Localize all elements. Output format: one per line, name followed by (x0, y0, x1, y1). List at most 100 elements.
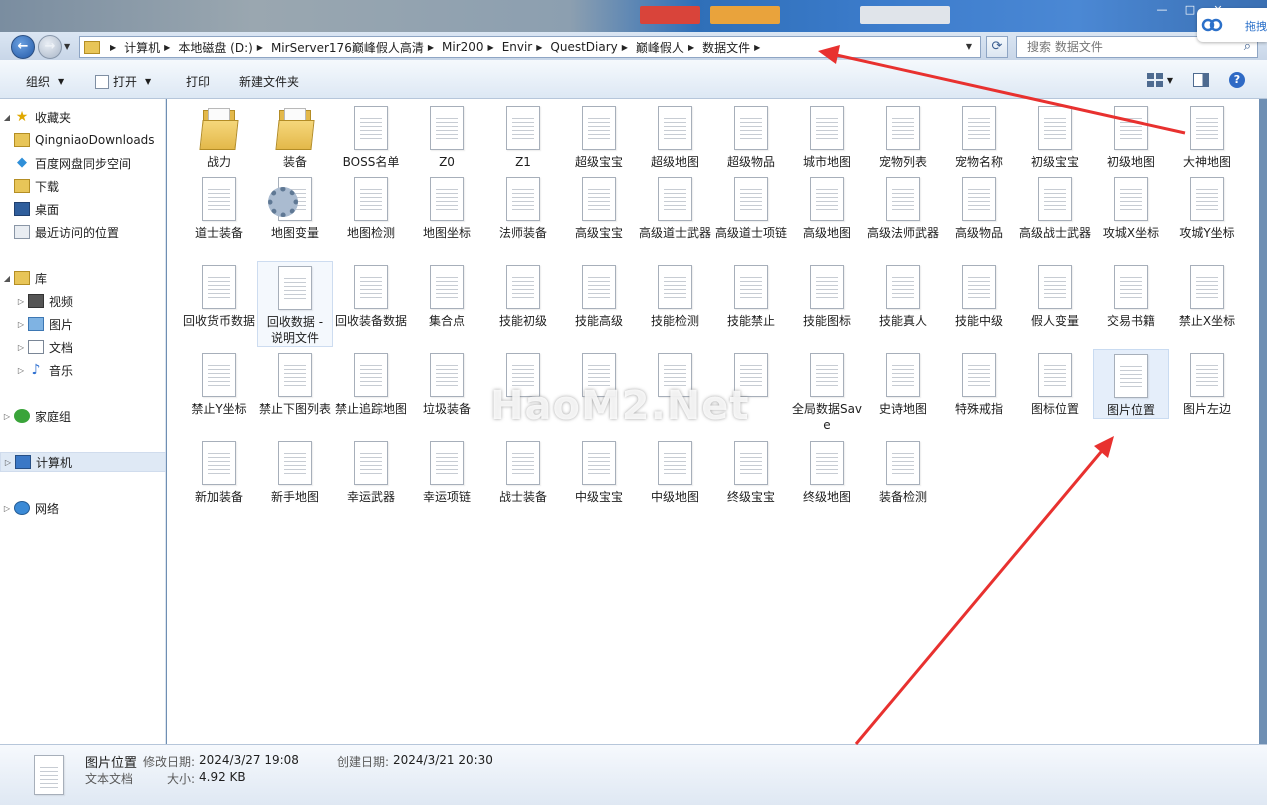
sidebar-item-documents[interactable]: ▷ 文档 (0, 337, 166, 357)
sidebar-libraries[interactable]: ◢ 库 (0, 268, 166, 288)
file-item[interactable]: 图标位置 (1017, 349, 1093, 417)
expand-icon[interactable]: ◢ (0, 274, 14, 283)
file-item[interactable]: 战力 (181, 102, 257, 170)
file-item[interactable]: 回收装备数据 (333, 261, 409, 329)
file-item[interactable]: 攻城X坐标 (1093, 173, 1169, 241)
expand-icon[interactable]: ▷ (0, 412, 14, 421)
open-button[interactable]: 打开 ▼ (95, 73, 151, 90)
file-item[interactable]: 禁止追踪地图 (333, 349, 409, 417)
file-item[interactable]: BOSS名单 (333, 102, 409, 170)
address-dropdown[interactable]: ▼ (966, 42, 972, 51)
file-item[interactable]: 宠物名称 (941, 102, 1017, 170)
sidebar-computer[interactable]: ▷ 计算机 (0, 452, 166, 472)
help-icon[interactable]: ? (1229, 72, 1245, 88)
breadcrumb-mir200[interactable]: Mir200 ▶ (442, 40, 502, 54)
file-item[interactable]: 技能真人 (865, 261, 941, 329)
file-item[interactable]: 战士装备 (485, 437, 561, 505)
file-item[interactable]: 新手地图 (257, 437, 333, 505)
new-folder-button[interactable]: 新建文件夹 (239, 73, 299, 90)
file-item[interactable]: 超级物品 (713, 102, 789, 170)
file-item[interactable]: 集合点 (409, 261, 485, 329)
recent-pages-dropdown[interactable]: ▼ (64, 42, 70, 51)
file-item[interactable]: 大神地图 (1169, 102, 1245, 170)
sidebar-item-videos[interactable]: ▷ 视频 (0, 291, 166, 311)
file-item[interactable]: Z0 (409, 102, 485, 170)
file-item[interactable]: 禁止X坐标 (1169, 261, 1245, 329)
file-item[interactable]: 幸运武器 (333, 437, 409, 505)
file-item[interactable]: 回收货币数据 (181, 261, 257, 329)
file-item[interactable]: 地图检测 (333, 173, 409, 241)
sidebar-item-desktop[interactable]: 桌面 (0, 199, 166, 219)
file-item[interactable]: 装备 (257, 102, 333, 170)
file-item[interactable]: 史诗地图 (865, 349, 941, 417)
refresh-button[interactable]: ⟳ (986, 36, 1008, 58)
sidebar-item-baidu-sync[interactable]: ◆ 百度网盘同步空间 (0, 153, 166, 173)
file-item[interactable]: 禁止下图列表 (257, 349, 333, 417)
file-item[interactable]: 城市地图 (789, 102, 865, 170)
file-item[interactable]: 地图变量 (257, 173, 333, 241)
file-item[interactable]: 高级宝宝 (561, 173, 637, 241)
sidebar-item-music[interactable]: ▷ ♪ 音乐 (0, 360, 166, 380)
file-item[interactable]: 特殊戒指 (941, 349, 1017, 417)
file-item[interactable]: 宠物列表 (865, 102, 941, 170)
view-dropdown-icon[interactable]: ▼ (1167, 76, 1173, 85)
file-item[interactable]: 地图坐标 (409, 173, 485, 241)
baidu-netdisk-widget[interactable]: 拖拽 (1197, 8, 1267, 42)
breadcrumb-envir[interactable]: Envir ▶ (502, 40, 551, 54)
sidebar-item-downloads[interactable]: 下载 (0, 176, 166, 196)
change-view-icon[interactable] (1146, 73, 1163, 87)
breadcrumb-data-files[interactable]: 数据文件 ▶ (702, 39, 768, 56)
file-item[interactable]: 初级地图 (1093, 102, 1169, 170)
organize-button[interactable]: 组织 ▼ (26, 73, 64, 90)
expand-icon[interactable]: ▷ (0, 504, 14, 513)
chevron-right-icon[interactable]: ▶ (110, 43, 116, 52)
file-item[interactable]: 禁止Y坐标 (181, 349, 257, 417)
expand-icon[interactable]: ◢ (0, 113, 14, 122)
sidebar-item-recent[interactable]: 最近访问的位置 (0, 222, 166, 242)
file-item[interactable]: 高级道士项链 (713, 173, 789, 241)
file-item[interactable]: 交易书籍 (1093, 261, 1169, 329)
address-bar[interactable]: ▶ 计算机 ▶ 本地磁盘 (D:) ▶ MirServer176巅峰假人高清 ▶ Mi… (79, 36, 981, 58)
expand-icon[interactable]: ▷ (14, 297, 28, 306)
forward-button[interactable]: → (38, 35, 62, 59)
expand-icon[interactable]: ▷ (14, 320, 28, 329)
breadcrumb-computer[interactable]: 计算机 ▶ (124, 39, 178, 56)
breadcrumb-mirserver[interactable]: MirServer176巅峰假人高清 ▶ (271, 39, 442, 56)
minimize-button[interactable]: — (1153, 4, 1171, 18)
file-item[interactable]: 高级道士武器 (637, 173, 713, 241)
expand-icon[interactable]: ▷ (14, 366, 28, 375)
file-item[interactable]: 技能检测 (637, 261, 713, 329)
file-item[interactable]: 高级地图 (789, 173, 865, 241)
file-item[interactable]: 技能初级 (485, 261, 561, 329)
file-item[interactable]: 回收数据 - 说明文件 (257, 261, 333, 347)
breadcrumb-dianfeng[interactable]: 巅峰假人 ▶ (636, 39, 702, 56)
file-item[interactable]: 终级地图 (789, 437, 865, 505)
file-item[interactable]: 图片位置 (1093, 349, 1169, 419)
file-item[interactable]: 初级宝宝 (1017, 102, 1093, 170)
file-item[interactable]: 幸运项链 (409, 437, 485, 505)
file-item[interactable]: 技能高级 (561, 261, 637, 329)
file-item[interactable]: 垃圾装备 (409, 349, 485, 417)
file-item[interactable]: 假人变量 (1017, 261, 1093, 329)
file-item[interactable]: 法师装备 (485, 173, 561, 241)
file-item[interactable]: 技能中级 (941, 261, 1017, 329)
file-item[interactable]: 中级地图 (637, 437, 713, 505)
file-item[interactable]: 道士装备 (181, 173, 257, 241)
sidebar-item-qingniao[interactable]: QingniaoDownloads (0, 130, 166, 150)
expand-icon[interactable]: ▷ (1, 458, 15, 467)
sidebar-homegroup[interactable]: ▷ 家庭组 (0, 406, 166, 426)
back-button[interactable]: ← (11, 35, 35, 59)
file-item[interactable]: 新加装备 (181, 437, 257, 505)
print-button[interactable]: 打印 (186, 73, 210, 90)
file-item[interactable]: 技能禁止 (713, 261, 789, 329)
file-item[interactable]: 装备检测 (865, 437, 941, 505)
file-item[interactable]: 高级物品 (941, 173, 1017, 241)
file-item[interactable]: 高级战士武器 (1017, 173, 1093, 241)
search-input[interactable] (1017, 37, 1227, 57)
file-item[interactable]: 中级宝宝 (561, 437, 637, 505)
file-item[interactable]: 超级地图 (637, 102, 713, 170)
file-item[interactable]: 终级宝宝 (713, 437, 789, 505)
sidebar-favorites[interactable]: ◢ ★ 收藏夹 (0, 107, 166, 127)
expand-icon[interactable]: ▷ (14, 343, 28, 352)
file-item[interactable]: 技能图标 (789, 261, 865, 329)
